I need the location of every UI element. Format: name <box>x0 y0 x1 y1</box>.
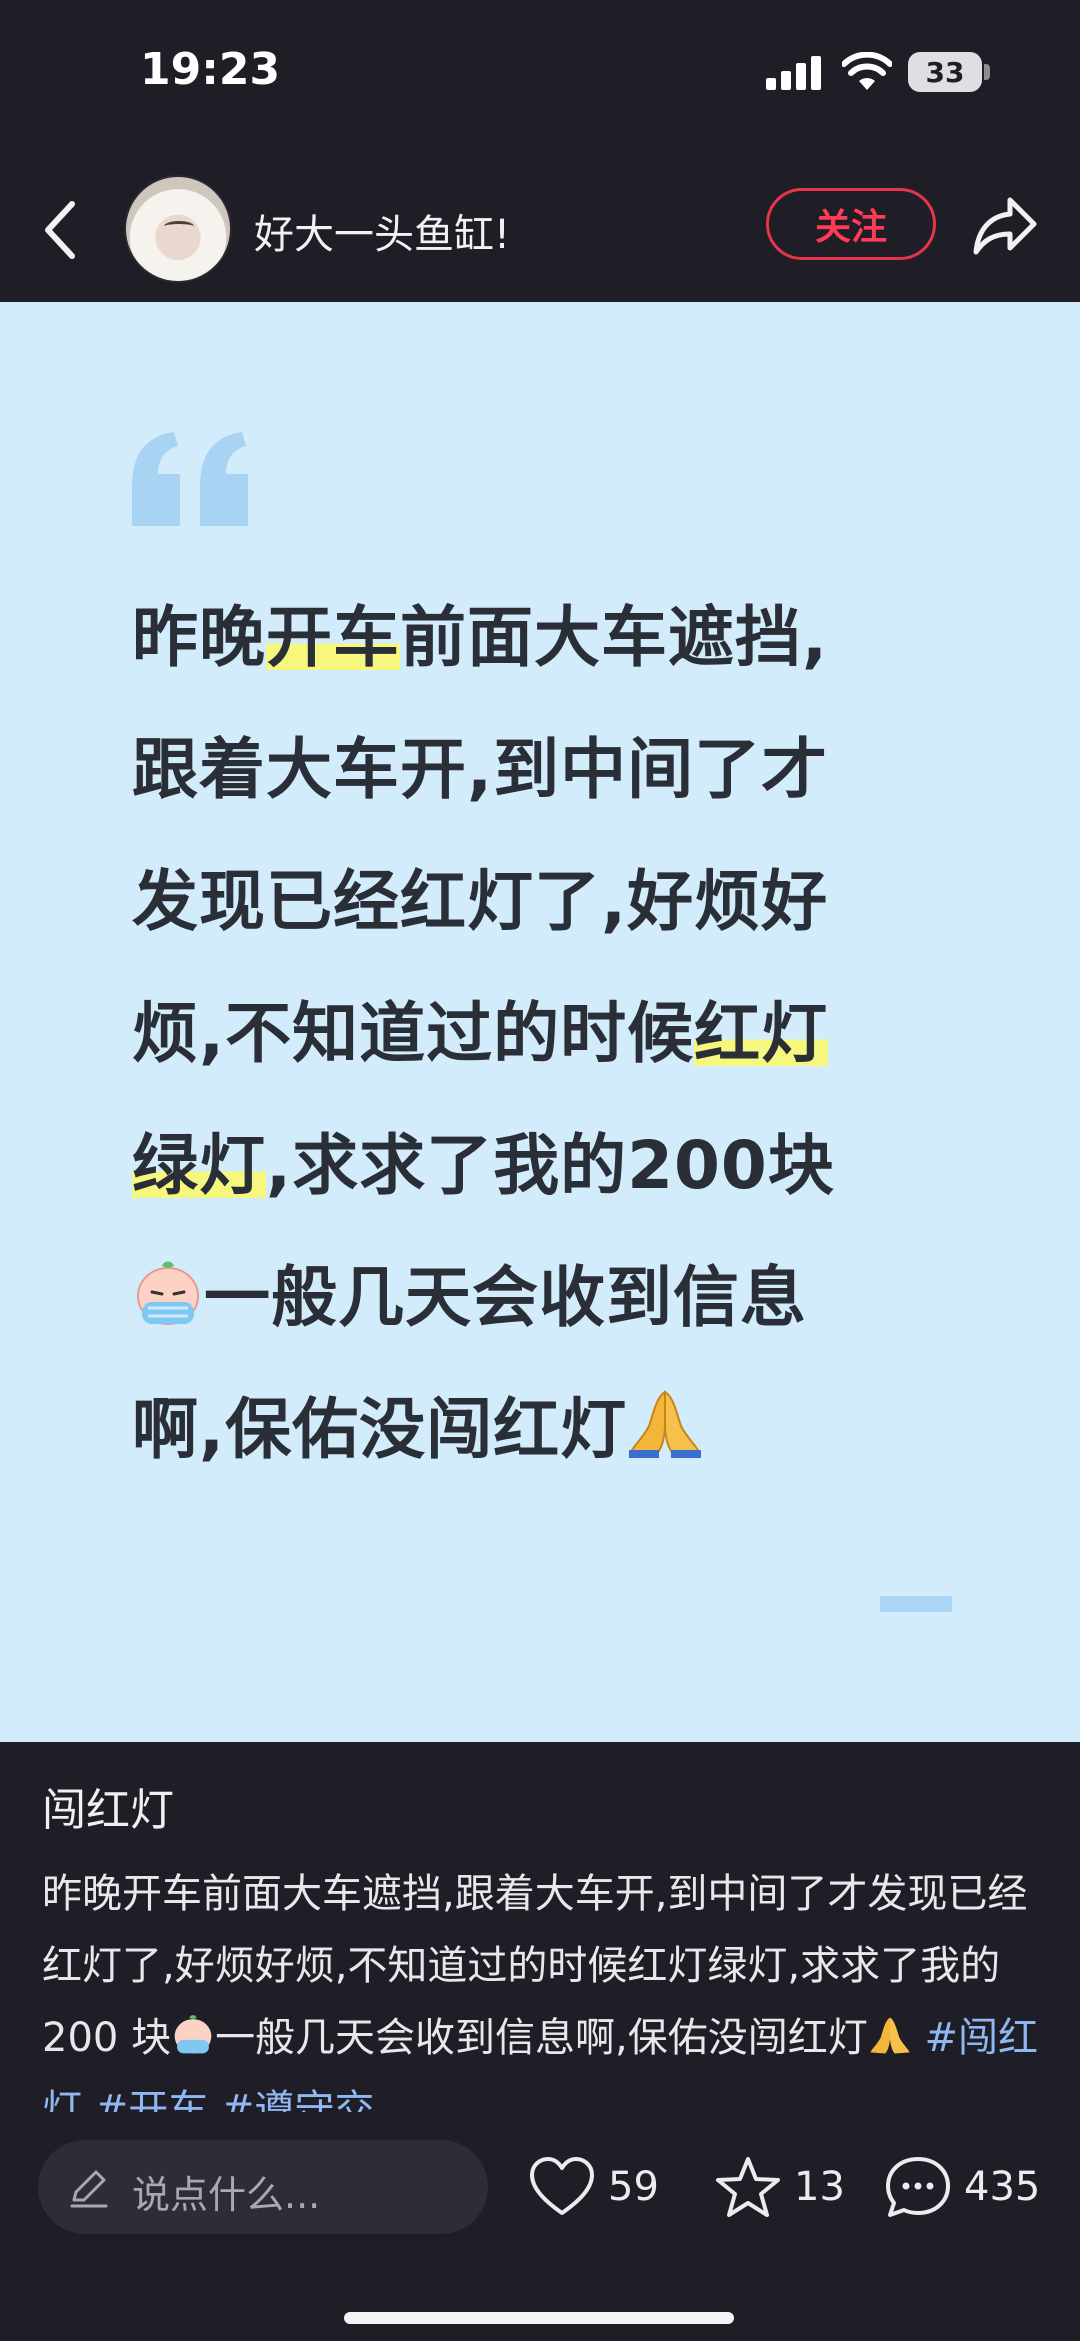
heart-icon <box>530 2157 594 2215</box>
body-text: 一般几天会收到信息啊,保佑没闯红灯 <box>215 2015 868 2061</box>
comment-count: 435 <box>964 2164 1041 2210</box>
like-button[interactable]: 59 <box>528 2152 659 2222</box>
highlighted-text: 开车 <box>266 599 400 676</box>
crying-emoji-icon <box>137 1261 199 1325</box>
text-segment: 昨晚 <box>132 599 266 676</box>
share-icon[interactable] <box>972 192 1038 258</box>
comment-input[interactable]: 说点什么... <box>38 2140 488 2234</box>
wifi-icon <box>842 52 892 90</box>
like-count: 59 <box>608 2164 659 2210</box>
home-indicator[interactable] <box>344 2312 734 2324</box>
highlighted-text: 绿灯 <box>132 1127 266 1204</box>
status-time: 19:23 <box>140 44 281 95</box>
follow-button[interactable]: 关注 <box>766 188 936 260</box>
pen-icon <box>70 2170 108 2208</box>
post-image-card[interactable]: 昨晚开车前面大车遮挡, 跟着大车开,到中间了才 发现已经红灯了,好烦好 烦,不知… <box>0 302 1080 1742</box>
praying-hands-emoji-icon <box>870 2017 910 2054</box>
author-name[interactable]: 好大一头鱼缸! <box>254 202 510 260</box>
highlighted-text: 红灯 <box>694 995 829 1072</box>
comment-bubble-icon <box>886 2157 950 2217</box>
post-body[interactable]: 昨晚开车前面大车遮挡,跟着大车开,到中间了才发现已经红灯了,好烦好烦,不知道过的… <box>42 1858 1052 2114</box>
post-header: 好大一头鱼缸! 关注 <box>0 160 1080 300</box>
crying-emoji-icon <box>174 2015 212 2054</box>
bottom-action-bar: 说点什么... 59 13 435 <box>0 2112 1080 2341</box>
post-title: 闯红灯 <box>42 1785 174 1836</box>
favorite-count: 13 <box>794 2164 845 2210</box>
decorative-dash <box>880 1596 952 1612</box>
avatar[interactable] <box>124 175 232 283</box>
battery-tip <box>984 64 990 80</box>
battery-icon: 33 <box>908 52 982 92</box>
back-arrow-icon[interactable] <box>40 198 80 262</box>
text-segment: 前面大车遮挡, <box>400 599 829 676</box>
status-bar: 19:23 33 <box>0 0 1080 150</box>
text-segment: 啊,保佑没闯红灯 <box>132 1391 628 1468</box>
text-segment: 跟着大车开,到中间了才 <box>132 731 829 808</box>
star-icon <box>716 2157 780 2217</box>
hashtag-link[interactable]: #遵守交 <box>221 2087 375 2114</box>
text-segment: 烦,不知道过的时候 <box>132 995 695 1072</box>
text-segment: 一般几天会收到信息 <box>204 1259 807 1336</box>
avatar-face <box>164 221 194 232</box>
cellular-signal-icon <box>766 56 821 90</box>
text-segment: 发现已经红灯了,好烦好 <box>132 863 829 940</box>
text-segment: ,求求了我的200块 <box>266 1127 835 1204</box>
hashtag-link[interactable]: #开车 <box>95 2087 209 2114</box>
battery-level: 33 <box>925 55 965 89</box>
favorite-button[interactable]: 13 <box>714 2152 845 2222</box>
quote-mark-icon <box>132 432 248 526</box>
praying-hands-emoji-icon <box>629 1390 702 1458</box>
comment-button[interactable]: 435 <box>884 2152 1040 2222</box>
post-image-text: 昨晚开车前面大车遮挡, 跟着大车开,到中间了才 发现已经红灯了,好烦好 烦,不知… <box>132 572 972 1496</box>
comment-placeholder: 说点什么... <box>132 2173 321 2217</box>
